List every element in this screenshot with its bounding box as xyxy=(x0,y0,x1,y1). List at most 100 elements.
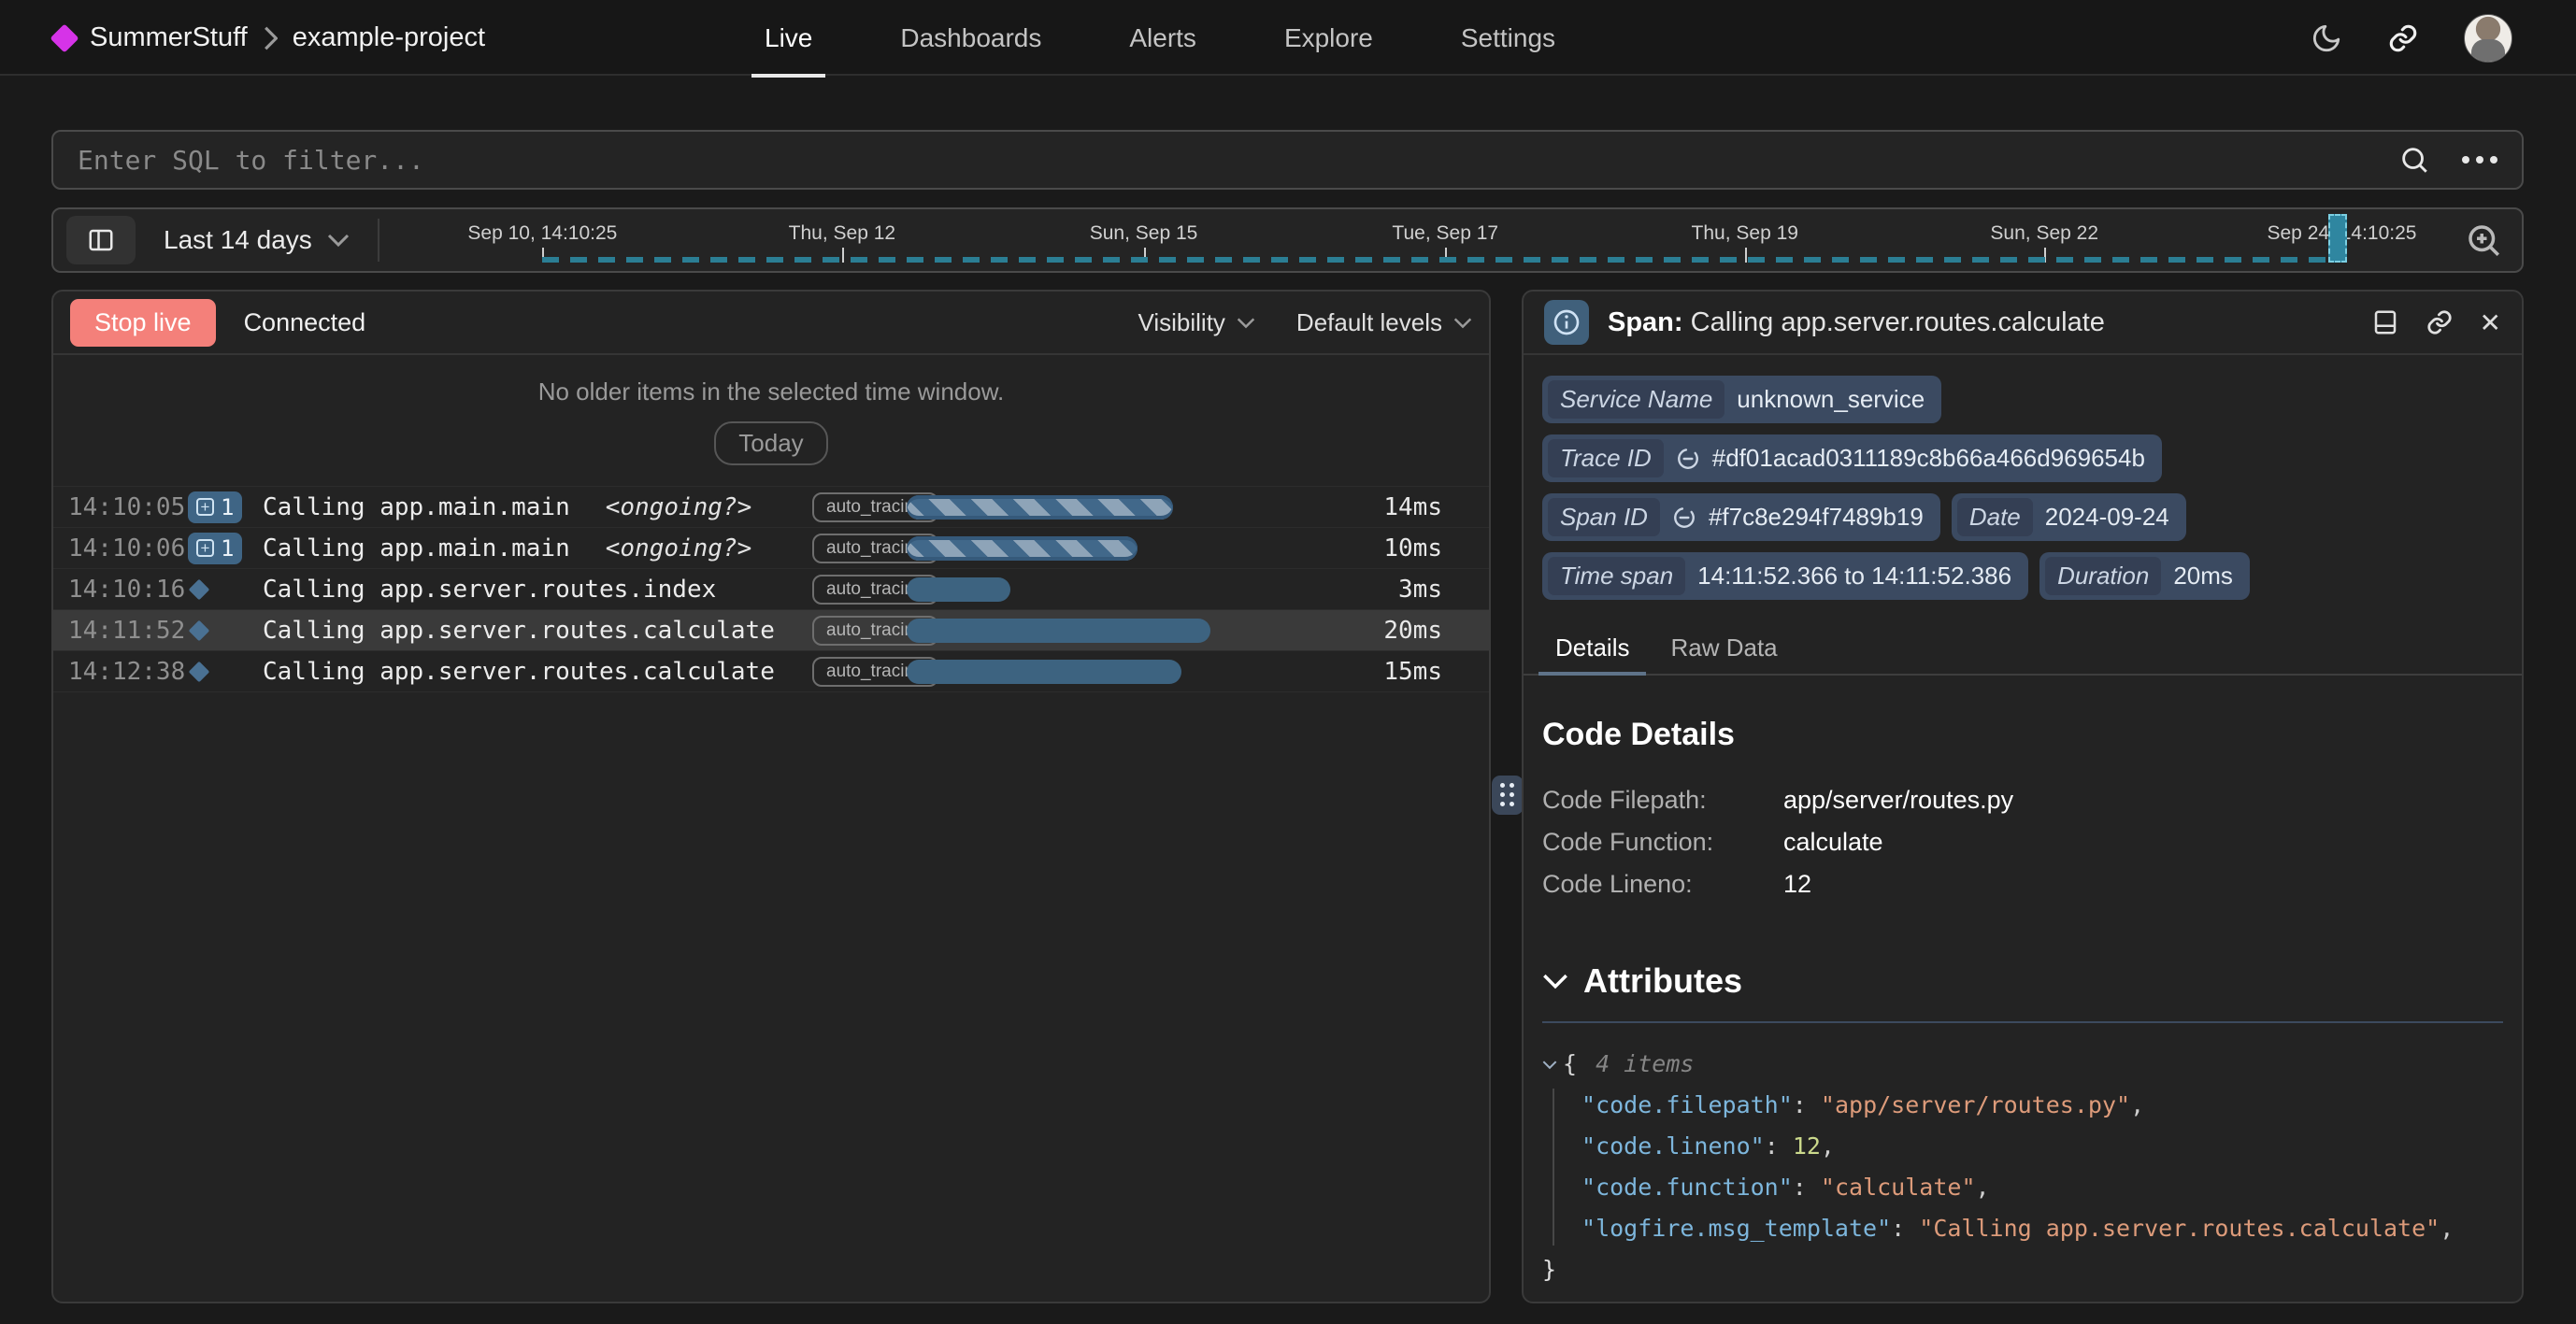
duration-bar xyxy=(907,536,1138,561)
badge-label: Service Name xyxy=(1548,380,1724,419)
filter-menu-button[interactable] xyxy=(2462,156,2497,164)
sidebar-toggle-button[interactable] xyxy=(66,216,136,264)
row-duration: 15ms xyxy=(1383,658,1442,686)
brand-logo-icon xyxy=(50,23,79,52)
tab-explore[interactable]: Explore xyxy=(1284,0,1373,76)
duration-bar xyxy=(907,619,1210,643)
span-diamond-icon xyxy=(189,578,210,600)
kv-value: calculate xyxy=(1783,821,1883,863)
span-detail-header: Span: Calling app.server.routes.calculat… xyxy=(1524,292,2522,355)
row-timestamp: 14:12:38 xyxy=(68,658,188,686)
moon-icon xyxy=(2311,22,2342,54)
attributes-toggle[interactable]: Attributes xyxy=(1542,961,2503,1001)
tab-raw-data[interactable]: Raw Data xyxy=(1650,622,1797,674)
json-string-value: app/server/routes.py xyxy=(1821,1091,2130,1118)
log-row-selected[interactable]: 14:11:52 Calling app.server.routes.calcu… xyxy=(53,610,1489,651)
visibility-dropdown[interactable]: Visibility xyxy=(1138,308,1254,337)
sql-filter-input[interactable] xyxy=(78,145,2398,176)
breadcrumb-chevron-icon xyxy=(263,26,278,50)
badge-value: #f7c8e294f7489b19 xyxy=(1709,503,1924,532)
project-name[interactable]: example-project xyxy=(293,22,485,53)
empty-message: No older items in the selected time wind… xyxy=(53,377,1489,406)
kv-label: Code Lineno: xyxy=(1542,863,1783,905)
tab-alerts[interactable]: Alerts xyxy=(1129,0,1196,76)
row-message: Calling app.server.routes.calculate xyxy=(263,658,775,686)
json-root-toggle[interactable]: 4 items xyxy=(1542,1044,2503,1085)
nav-actions xyxy=(2311,0,2512,76)
span-title-label: Span: xyxy=(1608,307,1683,337)
trace-id-badge[interactable]: Trace ID #df01acad0311189c8b66a466d96965… xyxy=(1542,434,2162,482)
top-nav: SummerStuff example-project Live Dashboa… xyxy=(0,0,2576,76)
json-entry: logfire.msg_templateCalling app.server.r… xyxy=(1581,1208,2503,1249)
copy-link-button[interactable] xyxy=(2426,308,2454,336)
search-button[interactable] xyxy=(2398,144,2430,176)
kv-label: Code Function: xyxy=(1542,821,1783,863)
panel-resize-handle[interactable] xyxy=(1492,776,1524,815)
collapsed-span-count-badge[interactable]: + 1 xyxy=(188,533,242,564)
time-range-select[interactable]: Last 14 days xyxy=(164,225,350,255)
link-icon xyxy=(2426,308,2454,336)
timeline-track[interactable]: Sep 10, 14:10:25 Thu, Sep 12 Sun, Sep 15… xyxy=(379,209,2445,271)
ongoing-marker: <ongoing?> xyxy=(606,493,752,521)
close-panel-button[interactable]: ✕ xyxy=(2480,307,2501,338)
span-diamond-icon xyxy=(189,661,210,682)
row-duration: 20ms xyxy=(1383,617,1442,645)
org-name[interactable]: SummerStuff xyxy=(90,22,248,53)
row-timestamp: 14:11:52 xyxy=(68,617,188,645)
timeline-tick-label: Thu, Sep 12 xyxy=(789,222,895,245)
badge-value: 2024-09-24 xyxy=(2045,503,2169,532)
search-icon xyxy=(2398,144,2430,176)
timeline-bar: Last 14 days Sep 10, 14:10:25 Thu, Sep 1… xyxy=(51,207,2524,273)
child-count: 1 xyxy=(221,535,234,562)
span-id-badge[interactable]: Span ID #f7c8e294f7489b19 xyxy=(1542,493,1940,541)
json-entry: code.filepathapp/server/routes.py xyxy=(1581,1085,2503,1126)
timeline-activity-spike[interactable] xyxy=(2328,214,2347,263)
badge-value: 14:11:52.366 to 14:11:52.386 xyxy=(1697,562,2011,591)
span-title: Span: Calling app.server.routes.calculat… xyxy=(1608,307,2105,338)
sql-filter-bar xyxy=(51,130,2524,190)
default-levels-label: Default levels xyxy=(1296,308,1442,337)
collapsed-span-count-badge[interactable]: + 1 xyxy=(188,491,242,523)
attributes-json-viewer: 4 items code.filepathapp/server/routes.p… xyxy=(1542,1044,2503,1290)
log-row[interactable]: 14:12:38 Calling app.server.routes.calcu… xyxy=(53,651,1489,692)
json-entry: code.function calculate xyxy=(1581,1167,2503,1208)
log-row[interactable]: 14:10:06 + 1 Calling app.main.main <ongo… xyxy=(53,528,1489,569)
log-row[interactable]: 14:10:16 Calling app.server.routes.index… xyxy=(53,569,1489,610)
tab-details[interactable]: Details xyxy=(1535,622,1650,674)
split-view-button[interactable] xyxy=(2371,308,2399,336)
log-row[interactable]: 14:10:05 + 1 Calling app.main.main <ongo… xyxy=(53,487,1489,528)
kv-label: Code Filepath: xyxy=(1542,779,1783,821)
span-diamond-icon xyxy=(189,619,210,641)
info-icon xyxy=(1544,300,1589,345)
badge-value: unknown_service xyxy=(1737,385,1925,414)
row-message: Calling app.server.routes.index xyxy=(263,576,716,604)
ongoing-marker: <ongoing?> xyxy=(606,534,752,562)
dark-mode-toggle[interactable] xyxy=(2311,22,2342,54)
today-button[interactable]: Today xyxy=(714,421,827,465)
tab-dashboards[interactable]: Dashboards xyxy=(900,0,1041,76)
tab-settings[interactable]: Settings xyxy=(1461,0,1555,76)
nav-tabs: Live Dashboards Alerts Explore Settings xyxy=(765,0,1555,76)
zoom-in-button[interactable] xyxy=(2464,221,2503,260)
kv-row: Code Lineno: 12 xyxy=(1542,863,2503,905)
row-duration: 10ms xyxy=(1383,534,1442,562)
share-link-button[interactable] xyxy=(2387,22,2419,54)
child-count: 1 xyxy=(221,494,234,520)
row-duration: 14ms xyxy=(1383,493,1442,521)
live-panel-header: Stop live Connected Visibility Default l… xyxy=(53,292,1489,355)
json-string-value: calculate xyxy=(1821,1174,1976,1201)
badge-value: 20ms xyxy=(2173,562,2233,591)
badge-label: Time span xyxy=(1548,557,1685,595)
live-view-panel: Stop live Connected Visibility Default l… xyxy=(51,290,1491,1303)
tab-live[interactable]: Live xyxy=(765,0,812,76)
json-key: code.function xyxy=(1581,1174,1793,1201)
timeline-tick-label: Sun, Sep 15 xyxy=(1090,222,1198,245)
stop-live-button[interactable]: Stop live xyxy=(70,299,216,347)
timeline-activity-line xyxy=(542,257,2346,263)
kv-row: Code Filepath: app/server/routes.py xyxy=(1542,779,2503,821)
default-levels-dropdown[interactable]: Default levels xyxy=(1296,308,1472,337)
json-key: code.lineno xyxy=(1581,1132,1765,1160)
user-avatar[interactable] xyxy=(2464,14,2512,63)
chevron-down-icon xyxy=(1542,1060,1557,1070)
breadcrumb: SummerStuff example-project xyxy=(54,0,485,76)
